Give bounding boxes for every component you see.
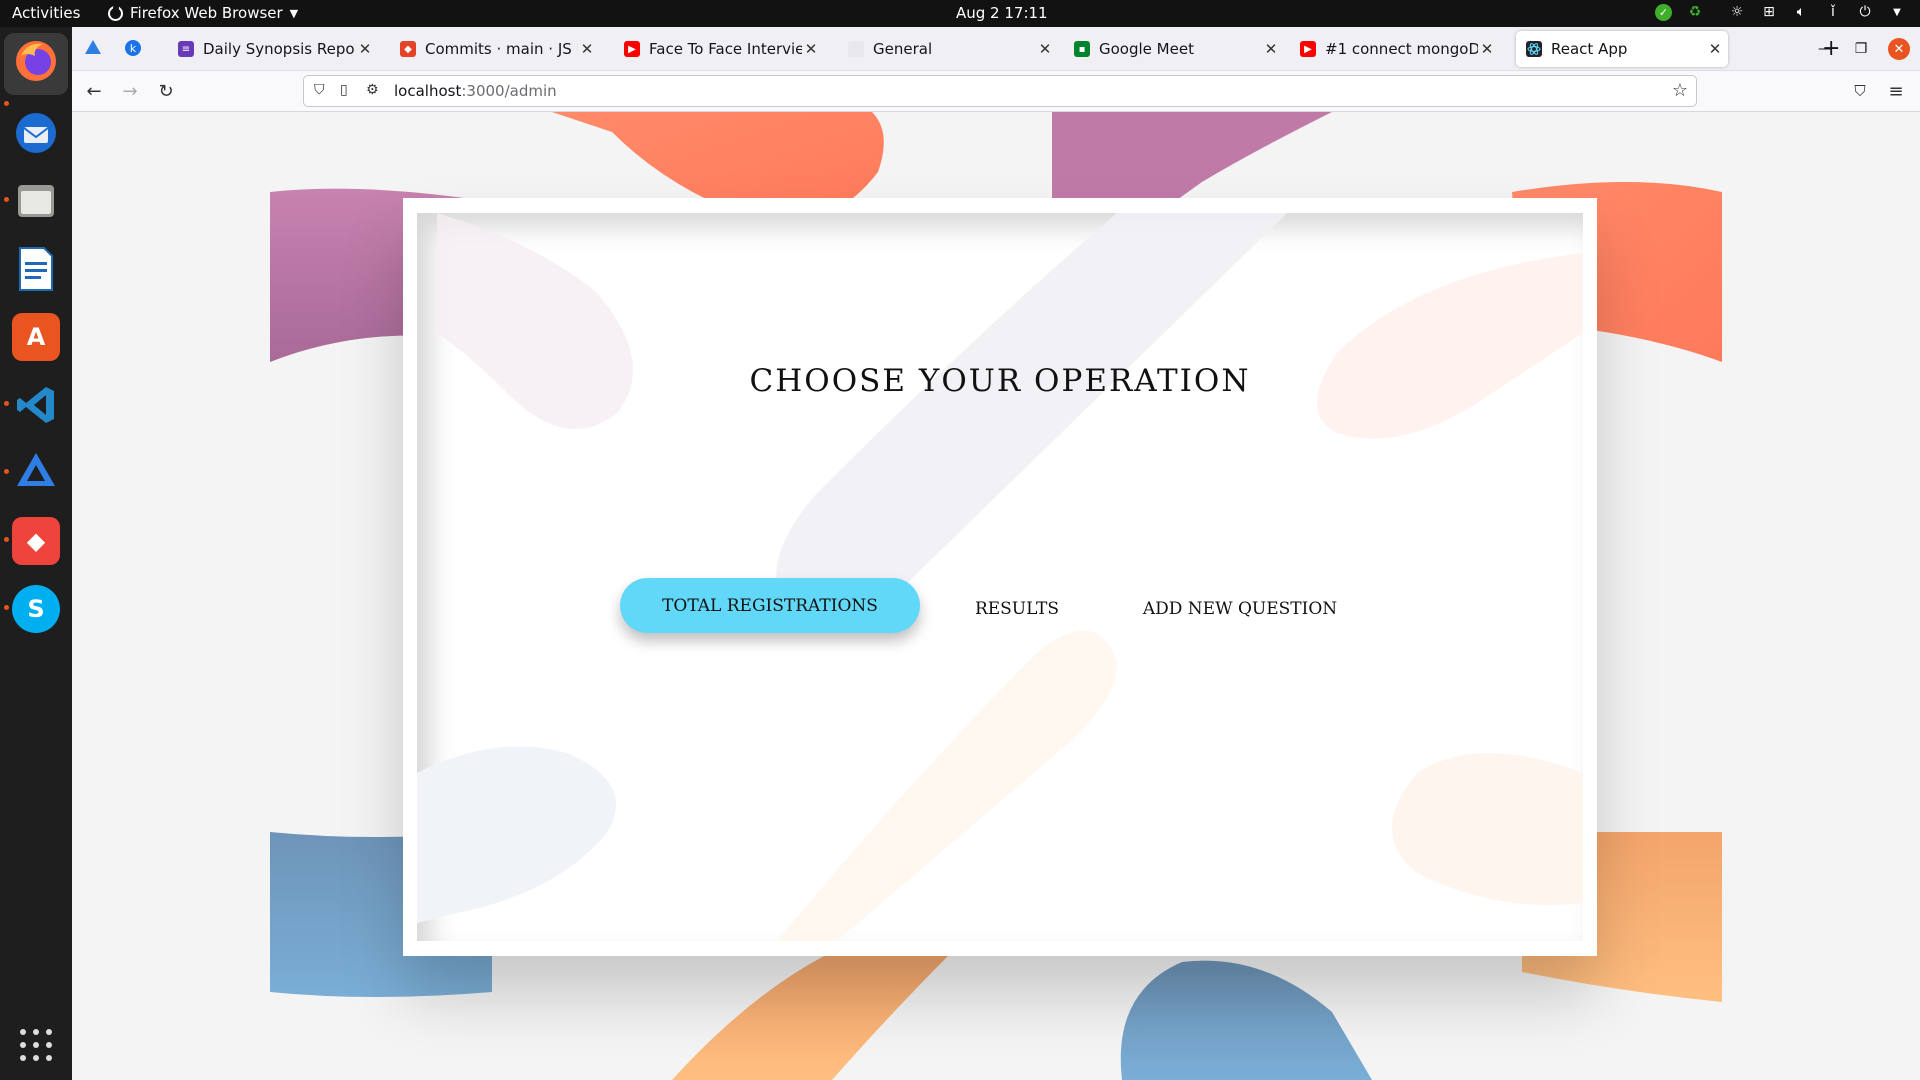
operation-card: CHOOSE YOUR OPERATION TOTAL REGISTRATION… [403,198,1597,956]
network-icon[interactable]: ⊞ [1760,3,1778,21]
clock[interactable]: Aug 2 17:11 [956,4,1048,22]
forward-button[interactable]: → [118,79,142,103]
add-new-question-button[interactable]: ADD NEW QUESTION [1109,581,1371,636]
dock: A ◆ S [0,27,72,1080]
window-controls: — ❐ ✕ [1816,27,1920,71]
dock-running-indicator [4,469,9,474]
youtube-icon: ▶ [1300,41,1316,57]
thunderbird-icon[interactable] [12,109,60,157]
bookmark-star-icon[interactable]: ☆ [1672,80,1688,101]
close-icon[interactable]: ✕ [1478,40,1496,58]
close-icon[interactable]: ✕ [802,40,820,58]
results-button[interactable]: RESULTS [952,581,1082,636]
tab-strip: k ≡ Daily Synopsis Report (D ✕ ◆ Commits… [72,27,1920,71]
tab[interactable]: ▶ Face To Face Interview In ✕ [614,31,824,67]
tab[interactable]: General ✕ [838,31,1058,67]
kdenlive-icon[interactable] [12,449,60,497]
close-icon[interactable]: ✕ [1706,40,1724,58]
close-icon[interactable]: ✕ [1036,40,1054,58]
card-panel: CHOOSE YOUR OPERATION TOTAL REGISTRATION… [417,213,1583,941]
operation-buttons: TOTAL REGISTRATIONS RESULTS ADD NEW QUES… [417,578,1583,636]
firefox-small-icon [108,4,123,21]
teams-icon [848,41,864,57]
shield-check-icon[interactable]: ✓ [1655,3,1672,21]
files-icon[interactable] [12,177,60,225]
tab[interactable]: ▶ #1 connect mongoDB usi ✕ [1290,31,1500,67]
dock-running-indicator [4,101,9,106]
react-icon [1526,41,1542,57]
close-icon[interactable]: ✕ [1262,40,1280,58]
pocket-icon[interactable]: ⛉ [1848,79,1872,103]
system-top-bar: Activities Firefox Web Browser ▼ Aug 2 1… [0,0,1920,27]
meet-icon: ▪ [1074,41,1090,57]
shield-icon[interactable]: ⛉ [314,82,325,98]
microphone-icon[interactable]: ǐ [1824,3,1842,21]
vscode-icon[interactable] [12,381,60,429]
card-watermark [417,213,1583,941]
gitlab-icon: ◆ [400,41,416,57]
show-applications-icon[interactable] [20,1029,52,1061]
brightness-icon[interactable]: ☼ [1728,3,1746,21]
permissions-icon[interactable]: ⚙ [366,82,379,98]
recycle-icon[interactable]: ♻ [1686,3,1704,21]
page-viewport: CHOOSE YOUR OPERATION TOTAL REGISTRATION… [72,112,1920,1080]
dock-running-indicator [4,605,9,610]
dock-running-indicator [4,537,9,542]
activities-button[interactable]: Activities [12,4,80,22]
url-bar[interactable]: ⛉ ▯ ⚙ localhost:3000/admin ☆ [303,75,1697,107]
reload-button[interactable]: ↻ [154,79,178,103]
close-icon[interactable]: ✕ [356,40,374,58]
dock-running-indicator [4,401,9,406]
anydesk-icon[interactable]: ◆ [12,517,60,565]
chevron-down-icon: ▼ [289,6,299,20]
close-window-button[interactable]: ✕ [1888,38,1910,60]
form-icon: ≡ [178,41,194,57]
tab[interactable]: ▪ Google Meet ✕ [1064,31,1284,67]
firefox-icon[interactable] [12,37,60,85]
svg-text:k: k [130,42,137,55]
close-icon[interactable]: ✕ [578,40,596,58]
tab-active[interactable]: React App ✕ [1516,31,1728,67]
navigation-toolbar: ← → ↻ ⛉ ▯ ⚙ localhost:3000/admin ☆ ⛉ ≡ [72,71,1920,112]
power-icon[interactable]: ⏻ [1856,3,1874,21]
system-tray[interactable]: ✓ ♻ ☼ ⊞ 🔈︎ ǐ ⏻ ▼ [1655,3,1906,21]
volume-icon[interactable]: 🔈︎ [1792,3,1810,21]
minimize-icon[interactable]: — [1816,41,1834,57]
tab[interactable]: ≡ Daily Synopsis Report (D ✕ [168,31,378,67]
page-icon[interactable]: ▯ [340,82,348,98]
url-text[interactable]: localhost:3000/admin [394,82,557,100]
pinned-tab[interactable]: k [122,37,144,59]
back-button[interactable]: ← [82,79,106,103]
pinned-tab[interactable] [82,37,104,59]
chevron-down-icon[interactable]: ▼ [1888,3,1906,21]
software-icon[interactable]: A [12,313,60,361]
app-menu-label: Firefox Web Browser [130,4,283,22]
tab[interactable]: ◆ Commits · main · JS Famil ✕ [390,31,600,67]
page-title: CHOOSE YOUR OPERATION [749,363,1251,399]
app-menu[interactable]: Firefox Web Browser ▼ [108,4,298,22]
restore-icon[interactable]: ❐ [1852,41,1870,57]
skype-icon[interactable]: S [12,585,60,633]
writer-icon[interactable] [12,245,60,293]
menu-icon[interactable]: ≡ [1884,79,1908,103]
total-registrations-button[interactable]: TOTAL REGISTRATIONS [620,578,920,633]
youtube-icon: ▶ [624,41,640,57]
dock-running-indicator [4,197,9,202]
